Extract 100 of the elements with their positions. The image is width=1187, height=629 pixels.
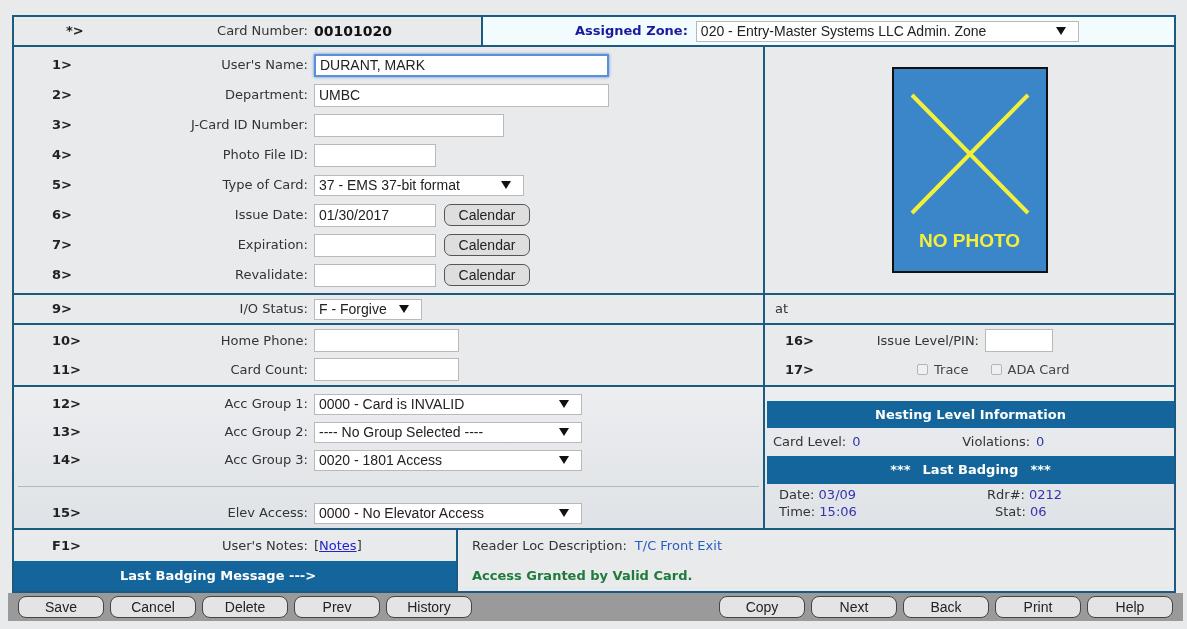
field-label: Photo File ID:	[221, 146, 309, 165]
row-number: 5>	[51, 176, 73, 195]
field-label: User's Notes:	[220, 536, 309, 555]
field-value: 0	[1036, 433, 1045, 452]
dropdown[interactable]: 0020 - 1801 Access	[314, 449, 582, 471]
field-value: 0212	[1029, 487, 1063, 502]
field-label: I/O Status:	[238, 300, 309, 319]
input-field[interactable]: 01/30/2017	[314, 203, 436, 227]
calendar-button[interactable]: Calendar	[444, 204, 530, 226]
input-field[interactable]	[314, 113, 504, 137]
title-stars: ***	[890, 461, 911, 480]
caret-down-icon	[559, 456, 569, 464]
row-number: 16>	[784, 331, 815, 350]
row-number: 15>	[51, 504, 82, 523]
toolbar-button[interactable]: Save	[18, 596, 104, 618]
title-stars: ***	[1030, 461, 1051, 480]
row-number: 17>	[784, 360, 815, 379]
row-number: 14>	[51, 451, 82, 470]
notes-link[interactable]: Notes	[319, 535, 357, 556]
field-label: Stat:	[995, 504, 1026, 519]
row-number: 7>	[51, 236, 73, 255]
input-field[interactable]	[314, 329, 459, 352]
field-label: Department:	[223, 86, 309, 105]
badging-message: Access Granted by Valid Card.	[472, 567, 693, 586]
caret-down-icon	[559, 400, 569, 408]
row-number: 8>	[51, 266, 73, 285]
dropdown[interactable]: 0000 - No Elevator Access	[314, 502, 582, 524]
field-label: Reader Loc Description:	[472, 536, 627, 555]
zone-label: Assigned Zone:	[575, 22, 688, 41]
field-value: 0	[852, 433, 862, 452]
field-label: J-Card ID Number:	[189, 116, 309, 135]
message-label: Last Badging Message --->	[120, 567, 317, 586]
calendar-button[interactable]: Calendar	[444, 264, 530, 286]
field-label: Elev Access:	[226, 504, 309, 523]
toolbar-button[interactable]: Prev	[294, 596, 380, 618]
row-number: 2>	[51, 86, 73, 105]
checkbox[interactable]	[917, 364, 928, 375]
toolbar-button[interactable]: Cancel	[110, 596, 196, 618]
field-value: 06	[1029, 504, 1047, 519]
card-number: 00101020	[314, 21, 392, 41]
row-number: 11>	[51, 360, 82, 379]
calendar-button[interactable]: Calendar	[444, 234, 530, 256]
caret-down-icon	[559, 428, 569, 436]
checkbox[interactable]	[990, 364, 1002, 375]
caret-down-icon	[399, 305, 409, 313]
dropdown[interactable]: 0000 - Card is INVALID	[314, 393, 582, 415]
nesting-title: Nesting Level Information	[875, 405, 1066, 424]
input-field[interactable]	[985, 329, 1053, 352]
field-value: 03/09	[818, 487, 857, 502]
checkbox-label: Trace	[934, 360, 969, 379]
input-field[interactable]	[314, 358, 459, 381]
input-field[interactable]	[314, 143, 436, 167]
field-label: Card Number:	[216, 22, 309, 41]
last-badging-title: Last Badging	[922, 461, 1019, 480]
cross-icon	[909, 93, 1030, 215]
toolbar-button[interactable]: Next	[811, 596, 897, 618]
caret-down-icon	[559, 509, 569, 517]
toolbar-button[interactable]: Help	[1087, 596, 1173, 618]
field-label: Time:	[779, 504, 816, 519]
field-label: Acc Group 2:	[223, 423, 309, 442]
toolbar-button[interactable]: Print	[995, 596, 1081, 618]
dropdown[interactable]: F - Forgive	[314, 298, 422, 320]
dropdown[interactable]: 020 - Entry-Master Systems LLC Admin. Zone	[695, 20, 1079, 42]
input-field[interactable]	[314, 233, 436, 257]
caret-down-icon	[1055, 27, 1066, 35]
toolbar-button[interactable]: Delete	[202, 596, 288, 618]
field-label: Violations:	[962, 433, 1031, 452]
row-number: 12>	[51, 395, 82, 414]
field-label: Type of Card:	[221, 176, 309, 195]
input-field[interactable]: DURANT, MARK	[314, 53, 609, 77]
row-number: 13>	[51, 423, 82, 442]
checkbox-label: ADA Card	[1007, 360, 1070, 379]
row-number: 10>	[51, 331, 82, 350]
field-label: Expiration:	[236, 236, 309, 255]
field-label: Card Count:	[229, 360, 309, 379]
status-note: at	[775, 300, 789, 319]
field-value: 15:06	[819, 504, 857, 519]
row-number: 4>	[51, 146, 73, 165]
row-number: 6>	[51, 206, 73, 225]
field-label: Home Phone:	[219, 331, 309, 350]
field-label: Date:	[779, 487, 815, 502]
input-field[interactable]	[314, 263, 436, 287]
row-number: 9>	[51, 300, 73, 319]
toolbar-button[interactable]: Copy	[719, 596, 805, 618]
toolbar-button[interactable]: Back	[903, 596, 989, 618]
field-label: Acc Group 1:	[223, 395, 309, 414]
toolbar-button[interactable]: History	[386, 596, 472, 618]
row-number: 1>	[51, 56, 73, 75]
row-number: F1>	[51, 536, 82, 555]
input-field[interactable]: UMBC	[314, 83, 609, 107]
row-number: 3>	[51, 116, 73, 135]
field-label: Issue Level/PIN:	[875, 331, 980, 350]
row-number: *>	[65, 22, 85, 41]
caret-down-icon	[501, 181, 511, 189]
dropdown[interactable]: ---- No Group Selected ----	[314, 421, 582, 443]
field-label: Issue Date:	[233, 206, 309, 225]
photo-caption: NO PHOTO	[919, 229, 1020, 253]
dropdown[interactable]: 37 - EMS 37-bit format	[314, 174, 524, 196]
field-value: T/C Front Exit	[634, 536, 722, 555]
field-label: User's Name:	[220, 56, 309, 75]
